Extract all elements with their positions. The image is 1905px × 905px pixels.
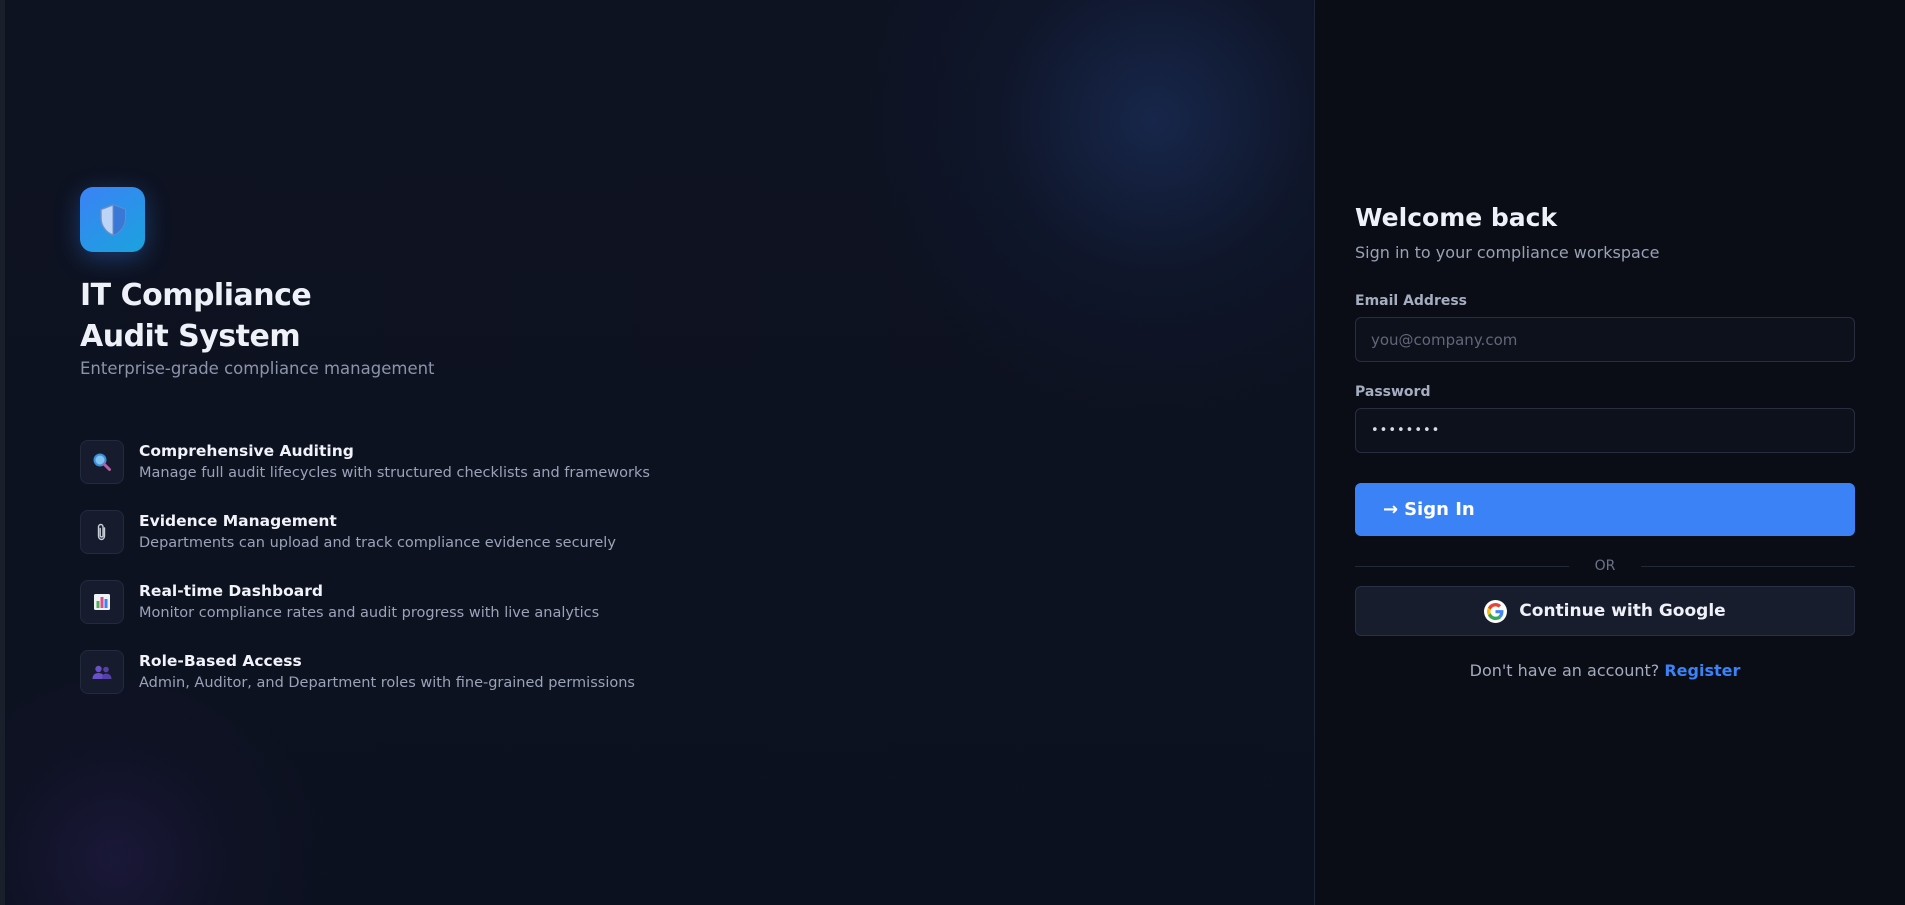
google-icon (1484, 599, 1508, 623)
sign-in-label: Sign In (1404, 499, 1475, 520)
form-subtitle: Sign in to your compliance workspace (1355, 243, 1660, 262)
magnifier-icon (80, 440, 124, 484)
shield-icon (80, 187, 145, 252)
google-sign-in-label: Continue with Google (1519, 601, 1726, 621)
google-sign-in-button[interactable]: Continue with Google (1355, 586, 1855, 636)
arrow-right-icon: → (1383, 499, 1399, 520)
feature-text: Evidence Management Departments can uplo… (139, 510, 616, 553)
password-field[interactable] (1355, 408, 1855, 453)
bar-chart-icon (80, 580, 124, 624)
register-prompt: Don't have an account? (1469, 661, 1660, 680)
feature-title: Real-time Dashboard (139, 582, 323, 600)
feature-description: Departments can upload and track complia… (139, 535, 616, 551)
feature-title: Evidence Management (139, 512, 337, 530)
app-title-line-1: IT Compliance (80, 278, 312, 313)
feature-text: Real-time Dashboard Monitor compliance r… (139, 580, 599, 623)
app-title-line-2: Audit System (80, 319, 301, 354)
feature-list: Comprehensive Auditing Manage full audit… (80, 440, 800, 720)
divider-line (1355, 565, 1569, 567)
paperclip-icon (80, 510, 124, 554)
app-title: IT Compliance Audit System (80, 275, 312, 357)
users-icon (80, 650, 124, 694)
register-row: Don't have an account? Register (1355, 661, 1855, 680)
email-label: Email Address (1355, 293, 1468, 309)
feature-text: Role-Based Access Admin, Auditor, and De… (139, 650, 635, 693)
register-link[interactable]: Register (1664, 661, 1740, 680)
form-title: Welcome back (1355, 203, 1558, 232)
app-subtitle: Enterprise-grade compliance management (80, 359, 435, 378)
feature-title: Role-Based Access (139, 652, 302, 670)
feature-text: Comprehensive Auditing Manage full audit… (139, 440, 650, 483)
feature-description: Manage full audit lifecycles with struct… (139, 465, 650, 481)
feature-item-evidence: Evidence Management Departments can uplo… (80, 510, 800, 580)
or-divider: OR (1355, 556, 1855, 576)
feature-description: Monitor compliance rates and audit progr… (139, 605, 600, 621)
feature-description: Admin, Auditor, and Department roles wit… (139, 675, 635, 691)
sign-in-button[interactable]: → Sign In (1355, 483, 1855, 536)
brand-panel: IT Compliance Audit System Enterprise-gr… (5, 0, 1315, 905)
divider-text: OR (1594, 558, 1616, 574)
feature-title: Comprehensive Auditing (139, 442, 354, 460)
feature-item-access: Role-Based Access Admin, Auditor, and De… (80, 650, 800, 720)
feature-item-auditing: Comprehensive Auditing Manage full audit… (80, 440, 800, 510)
login-page: IT Compliance Audit System Enterprise-gr… (0, 0, 1905, 905)
email-field[interactable] (1355, 317, 1855, 362)
divider-line (1641, 565, 1855, 567)
password-label: Password (1355, 384, 1431, 400)
feature-item-dashboard: Real-time Dashboard Monitor compliance r… (80, 580, 800, 650)
login-form: Welcome back Sign in to your compliance … (1355, 200, 1855, 680)
login-panel: Welcome back Sign in to your compliance … (1315, 0, 1905, 905)
